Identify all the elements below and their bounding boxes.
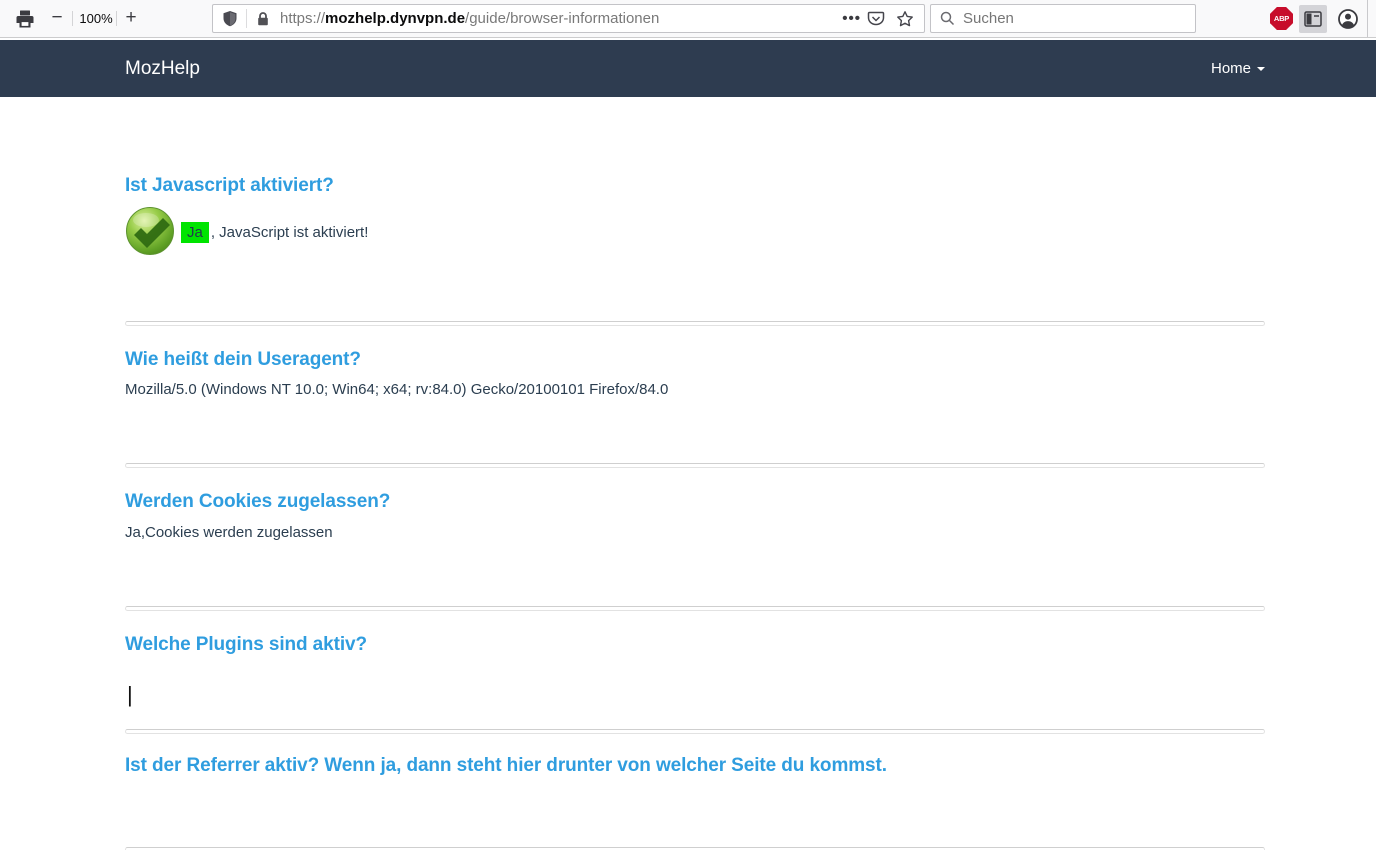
print-button[interactable]: [14, 8, 36, 30]
toolbar-separator: [72, 11, 73, 26]
urlbar-separator: [246, 9, 247, 28]
zoom-in-button[interactable]: +: [121, 0, 141, 35]
section-heading-plugins: Welche Plugins sind aktiv?: [125, 634, 367, 655]
url-bar[interactable]: https://mozhelp.dynvpn.de/guide/browser-…: [212, 4, 925, 33]
ja-badge: Ja: [181, 221, 209, 243]
account-button[interactable]: [1336, 7, 1360, 31]
cookies-status-text: Ja,Cookies werden zugelassen: [125, 524, 333, 541]
section-heading-cookies: Werden Cookies zugelassen?: [125, 491, 391, 512]
section-referrer: Ist der Referrer aktiv? Wenn ja, dann st…: [125, 754, 1265, 850]
url-path: /guide/browser-informationen: [465, 10, 660, 27]
javascript-status-row: Ja , JavaScript ist aktiviert!: [125, 207, 1265, 256]
url-scheme: https://: [280, 10, 326, 27]
lock-icon: [258, 11, 268, 25]
url-domain: mozhelp.dynvpn.de: [325, 10, 466, 27]
nav-item-home[interactable]: Home: [1211, 40, 1265, 97]
section-javascript: Ist Javascript aktiviert? Ja , JavaScrip…: [125, 174, 1265, 326]
window-edge-divider: [1367, 0, 1368, 37]
section-divider: [125, 606, 1265, 611]
plugins-empty-cursor: |: [127, 682, 133, 707]
zoom-level[interactable]: 100%: [78, 0, 114, 37]
browser-toolbar: − 100% + https://mozhelp.dynvpn.de/guide…: [0, 0, 1376, 38]
search-input[interactable]: [963, 10, 1163, 27]
zoom-out-button[interactable]: −: [47, 0, 67, 35]
page-actions-button[interactable]: •••: [842, 10, 861, 27]
section-heading-useragent: Wie heißt dein Useragent?: [125, 349, 361, 370]
account-person-icon: [1338, 9, 1358, 29]
section-useragent: Wie heißt dein Useragent? Mozilla/5.0 (W…: [125, 348, 1265, 468]
useragent-value: Mozilla/5.0 (Windows NT 10.0; Win64; x64…: [125, 381, 669, 398]
search-icon: [940, 11, 955, 26]
nav-home-label: Home: [1210, 60, 1251, 77]
toolbar-separator: [116, 11, 117, 26]
pocket-icon[interactable]: [867, 10, 885, 28]
printer-icon: [16, 10, 34, 28]
adblock-plus-icon[interactable]: ABP: [1270, 7, 1293, 30]
section-cookies: Werden Cookies zugelassen? Ja,Cookies we…: [125, 490, 1265, 611]
section-heading-javascript: Ist Javascript aktiviert?: [125, 175, 334, 196]
section-divider: [125, 729, 1265, 734]
javascript-status-text: , JavaScript ist aktiviert!: [210, 223, 369, 241]
brand-mozhelp[interactable]: MozHelp: [125, 40, 200, 97]
tracking-protection-shield-icon[interactable]: [222, 10, 238, 28]
section-heading-referrer: Ist der Referrer aktiv? Wenn ja, dann st…: [125, 755, 887, 776]
url-text[interactable]: https://mozhelp.dynvpn.de/guide/browser-…: [280, 10, 842, 27]
search-bar[interactable]: [930, 4, 1196, 33]
section-plugins: Welche Plugins sind aktiv? |: [125, 633, 1265, 734]
sidebar-toggle-button[interactable]: [1299, 5, 1327, 33]
page-content: Ist Javascript aktiviert? Ja , JavaScrip…: [0, 97, 1376, 850]
green-checkmark-icon: [126, 207, 174, 255]
sidebar-icon: [1304, 11, 1322, 27]
bookmark-star-icon[interactable]: [896, 10, 914, 28]
site-navbar: MozHelp Home: [0, 40, 1376, 97]
caret-down-icon: [1257, 66, 1265, 71]
section-divider: [125, 321, 1265, 326]
section-divider: [125, 463, 1265, 468]
